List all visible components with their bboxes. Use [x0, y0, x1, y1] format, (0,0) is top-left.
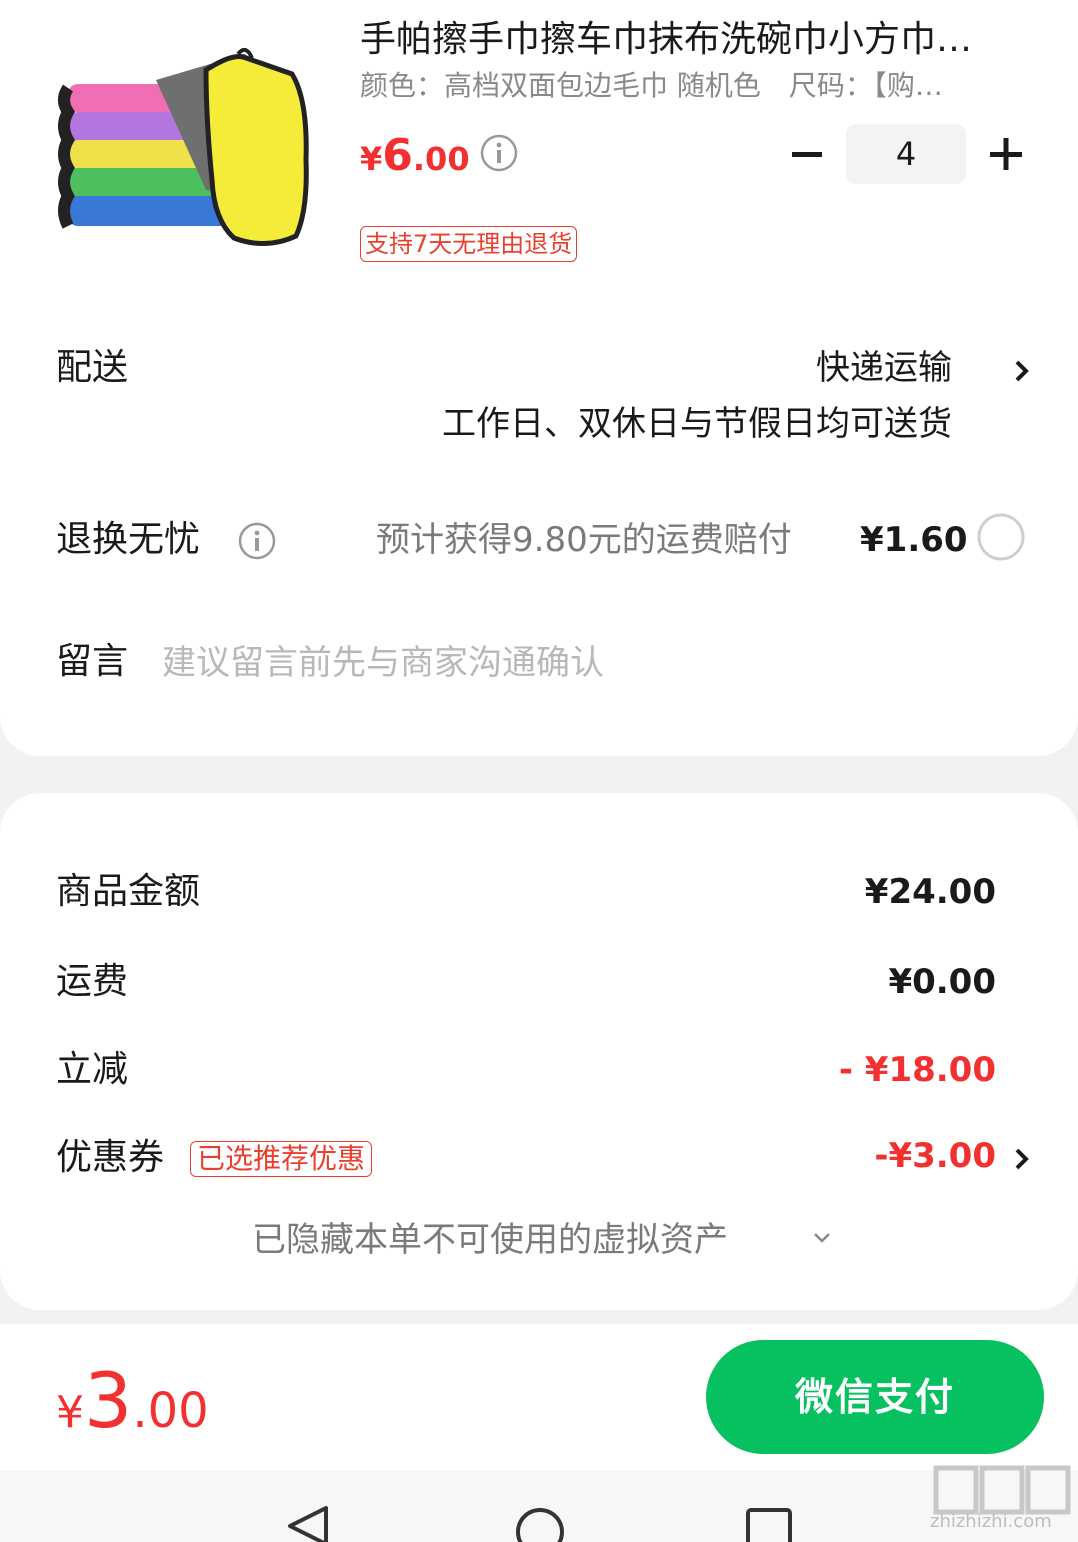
hidden-assets-toggle[interactable]: 已隐藏本单不可使用的虚拟资产 [252, 1214, 728, 1266]
price-decimal: .00 [412, 140, 470, 178]
product-spec[interactable]: 颜色：高档双面包边毛巾 随机色 尺码：【购… [360, 68, 990, 104]
delivery-note: 工作日、双休日与节假日均可送货 [442, 404, 952, 444]
back-icon[interactable] [284, 1504, 332, 1542]
product-thumbnail[interactable] [56, 40, 318, 252]
price-info-icon[interactable] [480, 134, 518, 172]
coupon-label: 优惠券 [56, 1137, 165, 1178]
return-insurance-label: 退换无忧 [56, 519, 201, 560]
shipping-fee-value: ¥0.00 [888, 962, 996, 1002]
site-watermark-text: zhizhizhi.com [930, 1511, 1052, 1532]
total-integer: 3 [84, 1356, 133, 1445]
quantity-decrease-button[interactable] [790, 134, 824, 174]
total-decimal: .00 [132, 1383, 209, 1439]
chevron-right-icon[interactable] [1012, 356, 1032, 386]
message-label: 留言 [56, 641, 129, 682]
delivery-label: 配送 [56, 347, 129, 388]
currency-symbol: ¥ [360, 140, 383, 178]
product-title[interactable]: 手帕擦手巾擦车巾抹布洗碗巾小方巾… [360, 16, 1030, 64]
return-insurance-description: 预计获得9.80元的运费赔付 [376, 520, 792, 560]
insurance-info-icon[interactable] [238, 522, 276, 560]
return-insurance-price: ¥1.60 [860, 520, 968, 560]
goods-amount-value: ¥24.00 [864, 872, 996, 912]
product-price: ¥6.00 [360, 128, 470, 193]
hidden-assets-text: 已隐藏本单不可使用的虚拟资产 [252, 1220, 728, 1260]
quantity-field[interactable]: 4 [846, 124, 966, 184]
message-input[interactable]: 建议留言前先与商家沟通确认 [162, 638, 604, 688]
total-price: ¥3.00 [56, 1356, 209, 1467]
coupon-badge: 已选推荐优惠 [190, 1141, 373, 1177]
recents-icon[interactable] [744, 1506, 794, 1542]
instant-discount-label: 立减 [56, 1049, 129, 1090]
return-insurance-radio[interactable] [976, 512, 1026, 562]
coupon-value[interactable]: -¥3.00 [874, 1132, 996, 1180]
price-integer: 6 [382, 130, 413, 181]
chevron-down-icon[interactable] [812, 1230, 832, 1246]
instant-discount-value: - ¥18.00 [838, 1050, 996, 1090]
return-policy-badge: 支持7天无理由退货 [360, 226, 578, 262]
shipping-fee-label: 运费 [56, 961, 129, 1002]
quantity-increase-button[interactable] [986, 134, 1026, 174]
home-icon[interactable] [514, 1504, 566, 1542]
total-currency: ¥ [56, 1387, 84, 1438]
coupon-chevron-right-icon[interactable] [1012, 1144, 1032, 1174]
goods-amount-label: 商品金额 [56, 871, 201, 912]
wechat-pay-button[interactable]: 微信支付 [706, 1340, 1044, 1454]
delivery-method[interactable]: 快递运输 [816, 344, 952, 392]
